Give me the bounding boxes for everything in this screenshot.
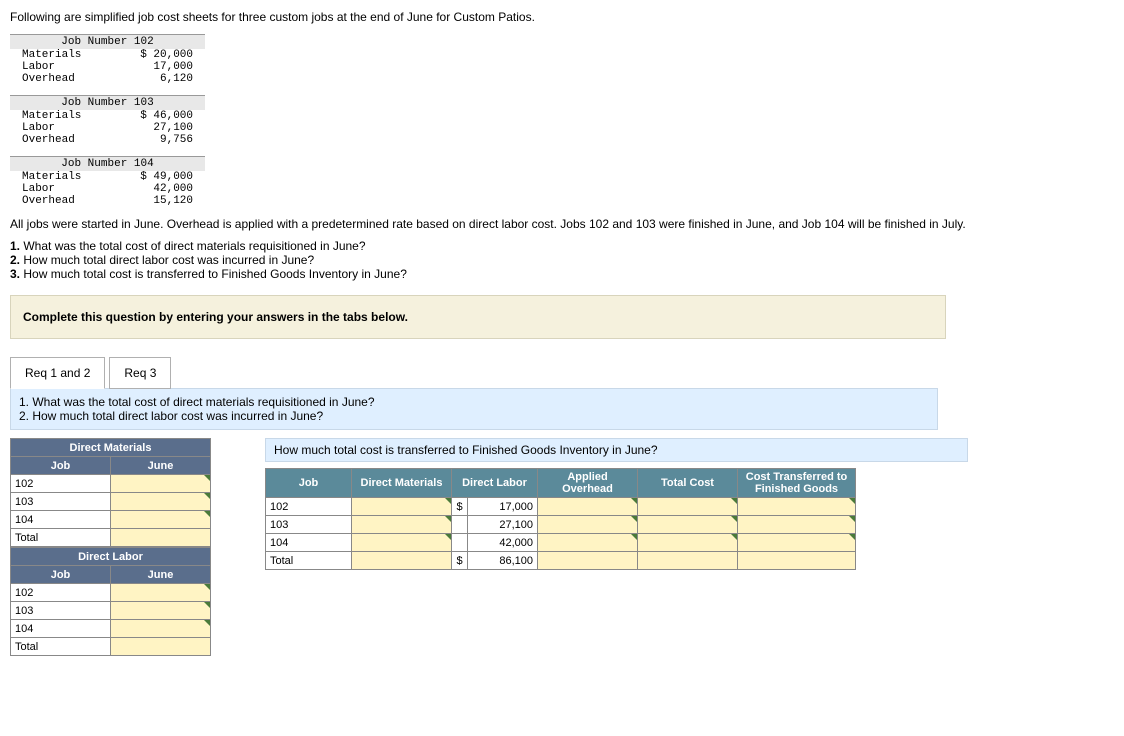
job-sheet-row: Labor17,000 [10, 61, 205, 73]
currency-symbol: $ [452, 498, 468, 516]
description-text: All jobs were started in June. Overhead … [10, 217, 1114, 231]
job-sheet-row: Overhead9,756 [10, 134, 205, 146]
tab-pane-question: 1. What was the total cost of direct mat… [10, 388, 938, 430]
dl-title: Direct Labor [11, 548, 211, 566]
job-sheet: Job Number 102Materials$ 20,000Labor17,0… [10, 34, 205, 85]
input-cell[interactable] [538, 498, 638, 516]
input-cell[interactable] [111, 511, 211, 529]
table-row: 103 [11, 493, 111, 511]
input-cell[interactable] [638, 498, 738, 516]
job-sheet-row: Labor42,000 [10, 183, 205, 195]
intro-text: Following are simplified job cost sheets… [10, 10, 1114, 24]
input-cell[interactable] [738, 552, 856, 570]
direct-labor-value: 27,100 [468, 516, 538, 534]
input-cell[interactable] [111, 475, 211, 493]
input-cell[interactable] [111, 493, 211, 511]
table-row: 102 [11, 584, 111, 602]
input-cell[interactable] [538, 534, 638, 552]
fg-col-ct: Cost Transferred to Finished Goods [738, 469, 856, 498]
input-cell[interactable] [111, 638, 211, 656]
direct-labor-value: 17,000 [468, 498, 538, 516]
input-cell[interactable] [738, 498, 856, 516]
input-cell[interactable] [352, 552, 452, 570]
input-cell[interactable] [352, 498, 452, 516]
input-cell[interactable] [638, 534, 738, 552]
table-row: 102 [11, 475, 111, 493]
job-sheet-header: Job Number 103 [10, 95, 205, 110]
table-row: Total [11, 638, 111, 656]
dl-col-june: June [111, 566, 211, 584]
fg-question: How much total cost is transferred to Fi… [265, 438, 968, 462]
tab-req-3[interactable]: Req 3 [109, 357, 171, 389]
input-cell[interactable] [738, 534, 856, 552]
job-sheet: Job Number 103Materials$ 46,000Labor27,1… [10, 95, 205, 146]
input-cell[interactable] [111, 620, 211, 638]
input-cell[interactable] [738, 516, 856, 534]
table-row: Total [11, 529, 111, 547]
input-cell[interactable] [538, 516, 638, 534]
table-row: 104 [266, 534, 352, 552]
table-row: Total [266, 552, 352, 570]
input-cell[interactable] [638, 552, 738, 570]
dm-col-june: June [111, 457, 211, 475]
direct-labor-value: 86,100 [468, 552, 538, 570]
fg-col-tc: Total Cost [638, 469, 738, 498]
table-row: 104 [11, 511, 111, 529]
fg-col-ao: Applied Overhead [538, 469, 638, 498]
fg-col-job: Job [266, 469, 352, 498]
direct-labor-value: 42,000 [468, 534, 538, 552]
job-sheet-row: Labor27,100 [10, 122, 205, 134]
job-sheet-row: Overhead6,120 [10, 73, 205, 85]
job-sheet-row: Materials$ 46,000 [10, 110, 205, 122]
questions-list: 1. What was the total cost of direct mat… [10, 239, 1114, 281]
tabs-row: Req 1 and 2 Req 3 [10, 357, 1114, 389]
fg-col-dm: Direct Materials [352, 469, 452, 498]
instruction-bar: Complete this question by entering your … [10, 295, 946, 339]
input-cell[interactable] [111, 602, 211, 620]
table-row: 103 [11, 602, 111, 620]
table-row: 104 [11, 620, 111, 638]
input-cell[interactable] [352, 534, 452, 552]
direct-materials-table: Direct Materials Job June 102 103 104 To… [10, 438, 211, 547]
currency-symbol [452, 534, 468, 552]
input-cell[interactable] [111, 529, 211, 547]
currency-symbol: $ [452, 552, 468, 570]
tab-req-1-2[interactable]: Req 1 and 2 [10, 357, 105, 389]
job-sheet-row: Overhead15,120 [10, 195, 205, 207]
input-cell[interactable] [538, 552, 638, 570]
input-cell[interactable] [638, 516, 738, 534]
input-cell[interactable] [352, 516, 452, 534]
direct-labor-table: Direct Labor Job June 102 103 104 Total [10, 547, 211, 656]
dl-col-job: Job [11, 566, 111, 584]
fg-col-dl: Direct Labor [452, 469, 538, 498]
finished-goods-table: Job Direct Materials Direct Labor Applie… [265, 468, 856, 570]
currency-symbol [452, 516, 468, 534]
dm-col-job: Job [11, 457, 111, 475]
job-sheet-row: Materials$ 20,000 [10, 49, 205, 61]
table-row: 102 [266, 498, 352, 516]
job-sheet-header: Job Number 102 [10, 34, 205, 49]
dm-title: Direct Materials [11, 439, 211, 457]
job-sheet-header: Job Number 104 [10, 156, 205, 171]
table-row: 103 [266, 516, 352, 534]
job-sheet: Job Number 104Materials$ 49,000Labor42,0… [10, 156, 205, 207]
input-cell[interactable] [111, 584, 211, 602]
job-sheet-row: Materials$ 49,000 [10, 171, 205, 183]
